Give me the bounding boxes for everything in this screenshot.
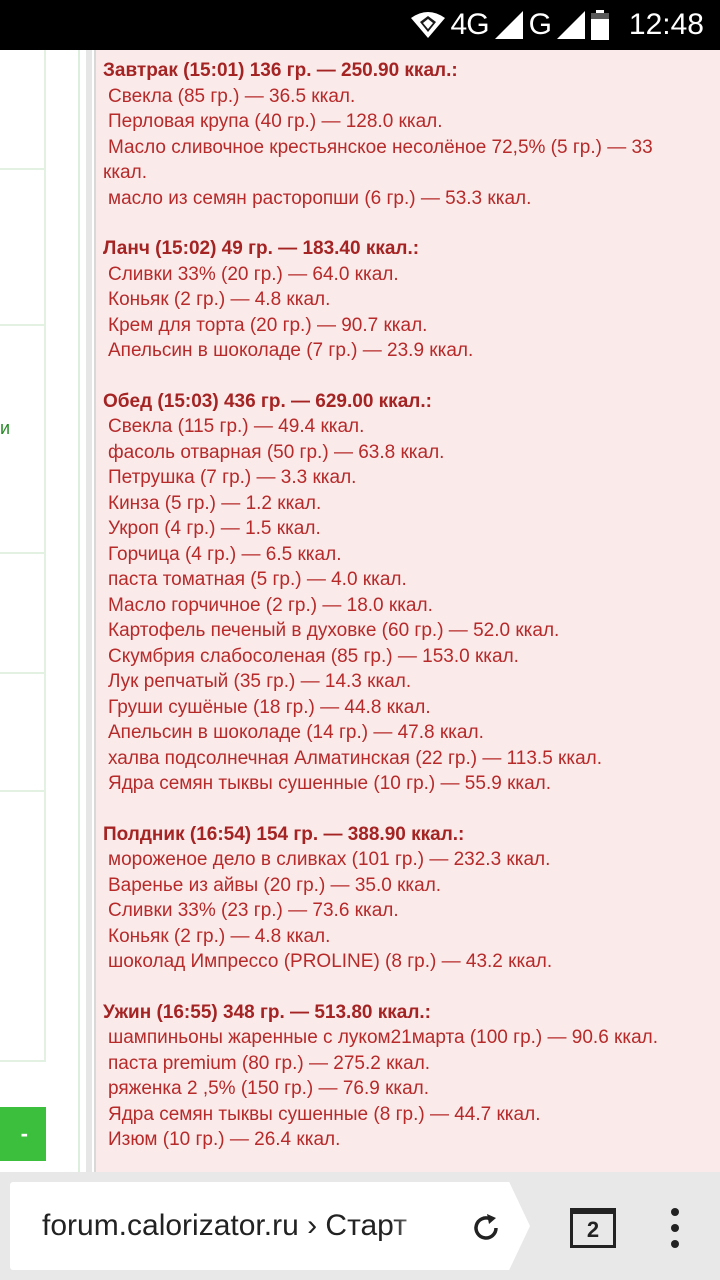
food-item: Скумбрия слабосоленая (85 гр.) — 153.0 к…: [108, 645, 519, 667]
food-item: халва подсолнечная Алматинская (22 гр.) …: [108, 747, 603, 769]
url-text[interactable]: forum.calorizator.ru › Старт: [42, 1209, 442, 1243]
signal-icon: [494, 11, 523, 39]
battery-icon: [590, 10, 609, 40]
food-item: ряженка 2 ,5% (150 гр.) — 76.9 ккал.: [108, 1078, 430, 1099]
food-item: Крем для торта (20 гр.) — 90.7 ккал.: [108, 314, 428, 336]
meal-title: Обед (15:03) 436 гр. — 629.00 ккал.:: [103, 390, 432, 412]
meal-diary: Завтрак (15:01) 136 гр. — 250.90 ккал.: …: [96, 50, 720, 1172]
food-item: Петрушка (7 гр.) — 3.3 ккал.: [108, 467, 357, 488]
meal-supper: Ужин (16:55) 348 гр. — 513.80 ккал.: шам…: [103, 1000, 720, 1153]
divider: [86, 50, 92, 1172]
meal-title: Полдник (16:54) 154 гр. — 388.90 ккал.:: [103, 823, 465, 845]
food-item: Укроп (4 гр.) — 1.5 ккал.: [108, 518, 321, 539]
food-item: Изюм (10 гр.) — 26.4 ккал.: [108, 1129, 341, 1150]
meal-lunch: Ланч (15:02) 49 гр. — 183.40 ккал.: Слив…: [103, 236, 720, 364]
sidebar-panel[interactable]: [0, 674, 46, 792]
sidebar-panel[interactable]: [0, 554, 46, 674]
food-item: Свекла (115 гр.) — 49.4 ккал.: [108, 416, 365, 437]
clock: 12:48: [628, 8, 704, 41]
reload-icon[interactable]: [470, 1212, 502, 1244]
food-item: масло из семян расторопши (6 гр.) — 53.3…: [108, 187, 532, 209]
food-item: фасоль отварная (50 гр.) — 63.8 ккал.: [108, 441, 445, 463]
food-item: Сливки 33% (23 гр.) — 73.6 ккал.: [108, 900, 399, 921]
food-item: Масло сливочное крестьянское несолёное 7…: [108, 136, 653, 158]
meal-title: Ужин (16:55) 348 гр. — 513.80 ккал.:: [103, 1001, 431, 1023]
food-item: Ядра семян тыквы сушенные (10 гр.) — 55.…: [108, 773, 552, 794]
more-menu-icon[interactable]: [660, 1208, 690, 1248]
food-item: Апельсин в шоколаде (14 гр.) — 47.8 ккал…: [108, 722, 484, 743]
food-item: мороженое дело в сливках (101 гр.) — 232…: [108, 849, 551, 870]
food-item: Коньяк (2 гр.) — 4.8 ккал.: [108, 925, 331, 947]
food-item: шоколад Импрессо (PROLINE) (8 гр.) — 43.…: [108, 951, 553, 972]
food-item: шампиньоны жаренные с луком21марта (100 …: [108, 1027, 659, 1048]
food-item: Кинза (5 гр.) — 1.2 ккал.: [108, 492, 322, 514]
food-item: Варенье из айвы (20 гр.) — 35.0 ккал.: [108, 874, 442, 896]
food-item: Груши сушёные (18 гр.) — 44.8 ккал.: [108, 696, 431, 718]
wifi-icon: [410, 12, 445, 38]
food-item: Апельсин в шоколаде (7 гр.) — 23.9 ккал.: [108, 340, 474, 361]
food-item: Коньяк (2 гр.) — 4.8 ккал.: [108, 289, 331, 310]
food-item: Сливки 33% (20 гр.) — 64.0 ккал.: [108, 263, 399, 285]
sidebar-panel[interactable]: [0, 326, 46, 554]
food-item: паста томатная (5 гр.) — 4.0 ккал.: [108, 569, 407, 590]
meal-title: Ланч (15:02) 49 гр. — 183.40 ккал.:: [103, 238, 420, 259]
meal-breakfast: Завтрак (15:01) 136 гр. — 250.90 ккал.: …: [103, 58, 720, 211]
tab-switcher-button[interactable]: 2: [570, 1208, 616, 1248]
address-bar[interactable]: forum.calorizator.ru › Старт: [10, 1182, 530, 1270]
food-item: паста premium (80 гр.) — 275.2 ккал.: [108, 1052, 431, 1074]
browser-toolbar: forum.calorizator.ru › Старт 2: [0, 1172, 720, 1280]
food-item: Картофель печеный в духовке (60 гр.) — 5…: [108, 620, 560, 641]
signal-icon-2: [556, 11, 585, 39]
left-sidebar: и: [0, 50, 80, 1172]
divider: [78, 50, 80, 1172]
network-type-label-2: G: [528, 8, 552, 41]
status-icons: 4G G 12:48: [410, 0, 704, 50]
sidebar-panel[interactable]: [0, 792, 46, 1062]
food-item: Ядра семян тыквы сушенные (8 гр.) — 44.7…: [108, 1103, 541, 1125]
meal-afternoon-snack: Полдник (16:54) 154 гр. — 388.90 ккал.: …: [103, 822, 720, 975]
food-item: Лук репчатый (35 гр.) — 14.3 ккал.: [108, 671, 412, 692]
food-item: Масло горчичное (2 гр.) — 18.0 ккал.: [108, 594, 433, 616]
sidebar-partial-text: и: [0, 418, 11, 438]
url-fade: [390, 1202, 450, 1252]
status-bar: 4G G 12:48: [0, 0, 720, 50]
meal-title: Завтрак (15:01) 136 гр. — 250.90 ккал.:: [103, 60, 458, 81]
food-item: Горчица (4 гр.) — 6.5 ккал.: [108, 543, 342, 565]
meal-dinner: Обед (15:03) 436 гр. — 629.00 ккал.: Све…: [103, 389, 720, 797]
collapse-button[interactable]: -: [0, 1107, 46, 1161]
sidebar-panel[interactable]: [0, 170, 46, 326]
food-item: Свекла (85 гр.) — 36.5 ккал.: [108, 85, 356, 107]
sidebar-panel[interactable]: [0, 50, 46, 170]
food-item: Перловая крупа (40 гр.) — 128.0 ккал.: [108, 111, 443, 132]
network-type-label: 4G: [450, 8, 490, 41]
food-item-continuation: ккал.: [103, 162, 147, 183]
